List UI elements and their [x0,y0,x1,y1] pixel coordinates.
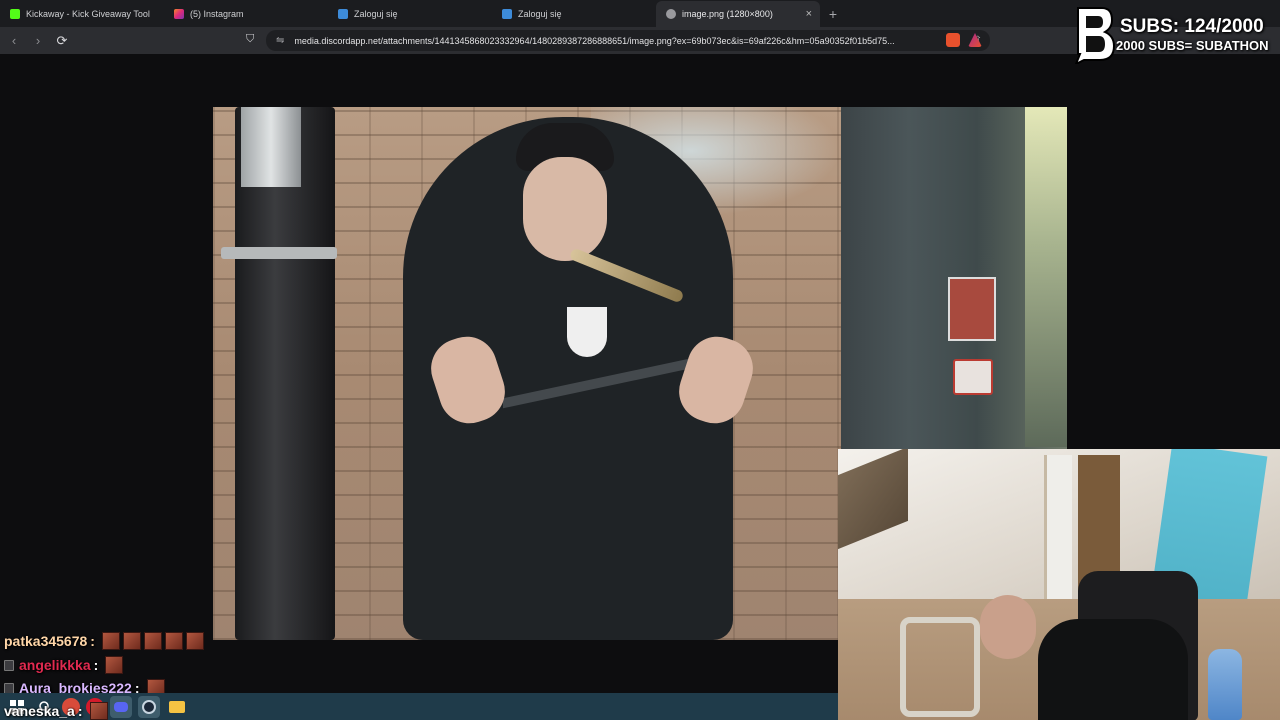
channel-logo-icon [1074,7,1116,64]
chat-username: angelikkka [19,657,91,673]
emote-icon [143,632,162,650]
tab-label: (5) Instagram [190,9,244,19]
person-shirt [567,307,607,357]
emote-icon [185,632,204,650]
badge-icon [4,682,14,694]
emote-icon [164,632,183,650]
emote-icon [105,656,124,674]
badge-icon [4,659,14,671]
tab-image[interactable]: image.png (1280×800) × [656,1,820,27]
chat-username: vaneska_a [4,703,75,719]
chat-username: patka345678 [4,633,88,649]
alarm-button [953,359,993,395]
back-button[interactable]: ‹ [4,31,24,51]
subs-count: SUBS: 124/2000 [1120,16,1264,37]
bookmark-icon[interactable]: ⛉ [246,33,254,46]
file-explorer-icon[interactable] [166,696,188,718]
tab-label: Zaloguj się [354,9,398,19]
chat-separator: : [77,703,83,719]
tab-kickaway[interactable]: Kickaway - Kick Giveaway Tool [0,1,164,27]
tab-label: image.png (1280×800) [682,9,773,19]
reload-button[interactable]: ⟳ [52,31,72,51]
address-bar[interactable]: ⇋ media.discordapp.net/attachments/14413… [266,30,990,51]
chat-message: vaneska_a: [4,702,108,720]
tab-login-1[interactable]: Zaloguj się [328,1,492,27]
warning-sign [948,277,996,341]
new-tab-button[interactable]: + [820,1,846,27]
check-icon [502,9,512,19]
emote-icon [122,632,141,650]
chat-separator: : [90,633,95,649]
kick-icon [10,9,20,19]
chat-message: angelikkka: [4,656,124,674]
emote-icon [89,702,108,720]
webcam-feed [838,449,1280,720]
room-door [1044,455,1072,605]
tab-login-2[interactable]: Zaloguj się [492,1,656,27]
subs-goal-overlay: SUBS: 124/2000 2000 SUBS= SUBATHON [1070,6,1280,66]
brave-shield-icon[interactable] [946,33,960,47]
folding-chair [900,617,980,717]
pipe-segment [241,107,301,187]
instagram-icon [174,9,184,19]
door-window [1025,107,1067,447]
person-face [523,157,607,261]
tab-label: Zaloguj się [518,9,562,19]
url-text[interactable]: media.discordapp.net/attachments/1441345… [294,36,965,46]
subs-goal-text: 2000 SUBS= SUBATHON [1116,38,1269,53]
close-icon[interactable]: × [806,8,812,20]
forward-button[interactable]: › [28,31,48,51]
emote-icon [101,632,120,650]
water-bottle [1208,649,1242,720]
windows-taskbar [0,693,838,720]
steam-icon[interactable] [138,695,160,718]
streamer [1038,619,1188,720]
stream-screen: Kickaway - Kick Giveaway Tool (5) Instag… [0,0,1280,720]
streamer-head [980,595,1036,659]
chat-message: patka345678: [4,632,204,650]
tab-label: Kickaway - Kick Giveaway Tool [26,9,150,19]
tab-instagram[interactable]: (5) Instagram [164,1,328,27]
site-info-icon[interactable]: ⇋ [276,35,284,46]
chat-separator: : [93,657,99,673]
discord-icon[interactable] [110,695,132,718]
check-icon [338,9,348,19]
pipe-clamp [221,247,337,259]
globe-icon [666,9,676,19]
